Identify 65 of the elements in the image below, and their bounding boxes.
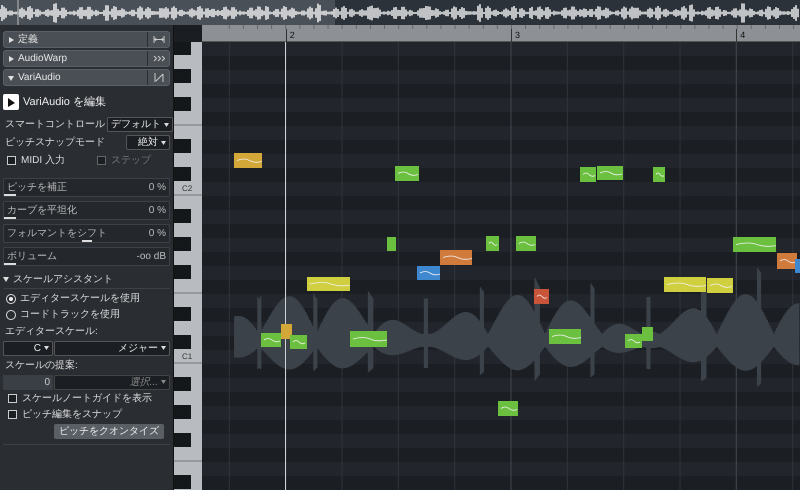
section-header[interactable]: 定義 bbox=[3, 31, 170, 48]
piano-keyboard-drawing[interactable] bbox=[174, 42, 202, 490]
pitch-curve-icon bbox=[154, 73, 164, 82]
expand-triangle-icon bbox=[8, 56, 14, 62]
dropdown-caret-icon bbox=[44, 346, 49, 350]
edit-title: VariAudio を編集 bbox=[23, 95, 106, 110]
note-block[interactable] bbox=[580, 167, 596, 182]
collapse-triangle-icon bbox=[3, 276, 9, 282]
field-label: スケールの提案: bbox=[4, 358, 79, 372]
note-block[interactable] bbox=[416, 266, 440, 280]
dropdown-caret-icon bbox=[164, 122, 169, 126]
field-label: エディタースケール: bbox=[4, 324, 99, 338]
slider[interactable]: ボリューム -oo dB bbox=[3, 246, 170, 266]
radio-button[interactable] bbox=[6, 310, 16, 320]
note-block[interactable] bbox=[642, 327, 653, 341]
cursor-icon bbox=[7, 98, 15, 107]
overview-waveform-drawing[interactable] bbox=[0, 0, 800, 25]
timeline-ruler[interactable]: 2 3 4 bbox=[202, 25, 800, 42]
suggestion-dropdown[interactable]: 選択... bbox=[54, 374, 170, 390]
chevrons-icon bbox=[152, 55, 164, 62]
note-block[interactable] bbox=[732, 237, 776, 252]
radio-label: エディタースケールを使用 bbox=[20, 292, 140, 306]
section-title: AudioWarp bbox=[18, 52, 68, 66]
note-block[interactable] bbox=[486, 236, 499, 251]
section-title: VariAudio bbox=[18, 71, 61, 85]
checkbox-label: ピッチ編集をスナップ bbox=[22, 408, 122, 422]
edit-button[interactable] bbox=[3, 94, 19, 110]
checkbox[interactable] bbox=[8, 410, 17, 419]
section-header[interactable]: VariAudio bbox=[3, 69, 170, 86]
checkbox-label: ステップ bbox=[111, 154, 151, 168]
key-label: C2 bbox=[182, 183, 192, 195]
section-title: 定義 bbox=[18, 32, 38, 47]
slider[interactable]: フォルマントをシフト 0 % bbox=[3, 224, 170, 242]
quantize-button[interactable]: ピッチをクオンタイズ bbox=[54, 424, 164, 438]
piano-roll-grid[interactable] bbox=[202, 42, 800, 490]
note-block[interactable] bbox=[516, 236, 536, 251]
note-block[interactable] bbox=[234, 153, 262, 168]
slider[interactable]: カーブを平坦化 0 % bbox=[3, 200, 170, 220]
radio-button[interactable] bbox=[6, 294, 16, 304]
dropdown[interactable]: 絶対 bbox=[126, 135, 170, 150]
key-label: C1 bbox=[182, 351, 192, 363]
root-dropdown[interactable]: C bbox=[3, 340, 53, 356]
collapse-triangle-icon bbox=[8, 74, 14, 80]
expand-triangle-icon bbox=[8, 36, 14, 42]
checkbox[interactable] bbox=[7, 156, 16, 164]
note-block[interactable] bbox=[498, 401, 518, 416]
dropdown-caret-icon bbox=[161, 140, 166, 144]
field-label: スマートコントロール bbox=[5, 118, 105, 132]
checkbox[interactable] bbox=[8, 394, 17, 403]
note-block[interactable] bbox=[306, 277, 350, 291]
range-icon bbox=[152, 36, 164, 43]
mode-dropdown[interactable]: メジャー bbox=[54, 340, 170, 356]
note-block[interactable] bbox=[652, 167, 666, 182]
section-header[interactable]: AudioWarp bbox=[3, 50, 170, 67]
dropdown[interactable]: デフォルト bbox=[107, 117, 173, 132]
field-label: ピッチスナップモード bbox=[5, 136, 105, 150]
radio-label: コードトラックを使用 bbox=[20, 308, 120, 322]
checkbox-label: MIDI 入力 bbox=[21, 154, 65, 168]
note-block[interactable] bbox=[386, 237, 396, 251]
slider[interactable]: ピッチを補正 0 % bbox=[3, 178, 170, 196]
dropdown-caret-icon bbox=[161, 380, 166, 384]
count-field[interactable]: 0 bbox=[3, 374, 53, 390]
checkbox-label: スケールノートガイドを表示 bbox=[22, 392, 152, 406]
dropdown-caret-icon bbox=[161, 346, 166, 350]
scale-assistant-header[interactable]: スケールアシスタント bbox=[3, 272, 170, 288]
